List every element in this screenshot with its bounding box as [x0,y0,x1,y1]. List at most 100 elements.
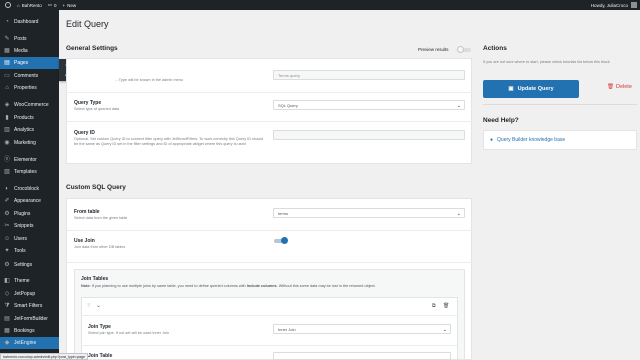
save-icon: ▣ [508,86,514,92]
name-field-description: …Type will be shown in the admin menu [115,78,183,82]
crocoblock-icon: ◐ [5,186,9,192]
admin-bar-site-name[interactable]: ⌂ BahRento [14,0,45,10]
sidebar-item-label: Elementor [14,157,37,163]
name-input[interactable]: Terms query [273,70,465,80]
query-type-select[interactable]: SQL Query ⌄ [273,100,465,110]
delete-button[interactable]: 🗑 Delete [607,84,632,90]
custom-sql-query-title: Custom SQL Query [66,184,126,191]
divider [66,92,472,93]
divider [66,230,472,231]
join-tables-note: Note: If you planning to use multiple jo… [81,284,376,288]
sidebar-item-products[interactable]: ▮ Products [0,112,59,124]
sidebar-item-pages[interactable]: ▤ Pages [0,57,59,69]
sidebar-item-label: Pages [14,60,29,66]
sidebar-item-label: JetEngine [14,340,37,346]
sidebar-item-label: Settings [14,262,33,268]
sidebar-item-dashboard[interactable]: ◔ Dashboard [0,16,59,28]
comment-icon: ▭ [47,2,52,7]
sidebar-item-tools[interactable]: ✦ Tools [0,245,59,257]
formbuilder-icon: ▤ [4,316,10,322]
avatar [631,2,637,8]
sidebar-item-templates[interactable]: ▧ Templates [0,166,59,178]
sidebar-item-label: Appearance [14,198,41,204]
sidebar-item-snippets[interactable]: ✂ Snippets [0,220,59,232]
query-id-label: Query ID [74,130,95,136]
sidebar-item-label: JetPopup [14,291,36,297]
sidebar-item-label: Users [14,236,28,242]
plus-icon: + [62,2,66,8]
sidebar-item-label: Crocoblock [14,186,40,192]
sidebar-item-jetformbuilder[interactable]: ▤ JetFormBuilder [0,313,59,325]
update-query-button[interactable]: ▣ Update Query [483,80,579,98]
sidebar-item-theme[interactable]: ◧ Theme [0,275,59,287]
copy-icon[interactable]: ⧉ [432,303,436,309]
sidebar-item-label: Properties [14,85,37,91]
users-icon: ☺ [3,236,11,242]
use-join-description: Join data from other DB tables [74,245,126,249]
query-type-description: Select type of queried data [74,107,120,111]
elementor-icon: ⓔ [4,157,11,163]
sidebar-item-jetpopup[interactable]: ◇ JetPopup [0,288,59,300]
need-help-title: Need Help? [483,117,519,124]
sidebar-item-settings[interactable]: ⚙ Settings [0,259,59,271]
media-icon: ▦ [4,48,10,54]
jetengine-icon: ◆ [4,340,10,346]
home-icon: ⌂ [17,2,20,8]
join-type-label: Join Type [88,324,111,330]
sidebar-item-label: Snippets [14,223,34,229]
trash-icon[interactable]: 🗑 [443,303,449,309]
chevron-down-icon[interactable]: ⌄ [96,302,101,309]
sidebar-item-label: Products [14,115,34,121]
sidebar-item-comments[interactable]: ▭ Comments [0,70,59,82]
drag-handle-icon[interactable]: ⠿ [87,303,91,309]
wordpress-logo-icon[interactable] [0,0,14,10]
sidebar-item-label: Marketing [14,140,36,146]
analytics-icon: ▥ [4,127,10,133]
preview-results-toggle[interactable] [457,46,471,53]
templates-icon: ▧ [4,169,10,175]
chevron-down-icon: ⌄ [456,211,461,217]
sidebar-item-jetengine[interactable]: ◆ JetEngine [0,337,59,349]
join-type-select[interactable]: Inner Join ⌄ [273,324,451,334]
chevron-down-icon: ⌄ [442,327,447,333]
sidebar-item-plugins[interactable]: ⚙ Plugins [0,208,59,220]
sidebar-item-label: Plugins [14,211,31,217]
divider [81,345,458,346]
sidebar-item-label: Dashboard [14,19,39,25]
sidebar-item-marketing[interactable]: ◉ Marketing [0,137,59,149]
sidebar-item-properties[interactable]: ⌂ Properties [0,82,59,94]
join-table-select[interactable] [273,352,451,360]
sidebar-item-users[interactable]: ☺ Users [0,233,59,245]
sidebar-item-bookings[interactable]: ▦ Bookings [0,325,59,337]
query-id-input[interactable] [273,130,465,140]
sidebar-item-smart-filters[interactable]: ⧩ Smart Filters [0,300,59,312]
join-tables-title: Join Tables [81,276,109,282]
snippets-icon: ✂ [4,223,10,229]
preview-results-label: Preview results [418,47,449,52]
help-icon: ● [490,137,494,143]
divider [66,121,472,122]
filters-icon: ⧩ [4,303,10,309]
sidebar-item-elementor[interactable]: ⓔ Elementor [0,154,59,166]
query-id-description: Optional. Set custom Query ID to connect… [74,137,264,146]
admin-bar-new[interactable]: + New [60,0,80,10]
use-join-toggle[interactable] [274,237,288,244]
sidebar-item-appearance[interactable]: ✐ Appearance [0,195,59,207]
sidebar-item-analytics[interactable]: ▥ Analytics [0,124,59,136]
admin-bar-account[interactable]: Howdy, JuliaCroco [588,0,640,10]
sidebar-item-label: Posts [14,36,27,42]
pages-icon: ▤ [4,60,10,66]
marketing-icon: ◉ [4,140,10,146]
knowledge-base-link[interactable]: ● Query Builder knowledge base [483,130,637,150]
admin-bar-comments[interactable]: ▭ 0 [45,0,60,10]
woocommerce-icon: ◈ [4,102,10,108]
sidebar-item-media[interactable]: ▦ Media [0,45,59,57]
from-table-select[interactable]: terms ⌄ [273,208,465,218]
sidebar-item-label: WooCommerce [14,102,49,108]
sidebar-item-woocommerce[interactable]: ◈ WooCommerce [0,99,59,111]
sidebar-item-label: Media [14,48,28,54]
query-type-label: Query Type [74,100,102,106]
sidebar-item-crocoblock[interactable]: ◐ Crocoblock [0,183,59,195]
sidebar-item-posts[interactable]: ✎ Posts [0,33,59,45]
divider [66,262,472,263]
